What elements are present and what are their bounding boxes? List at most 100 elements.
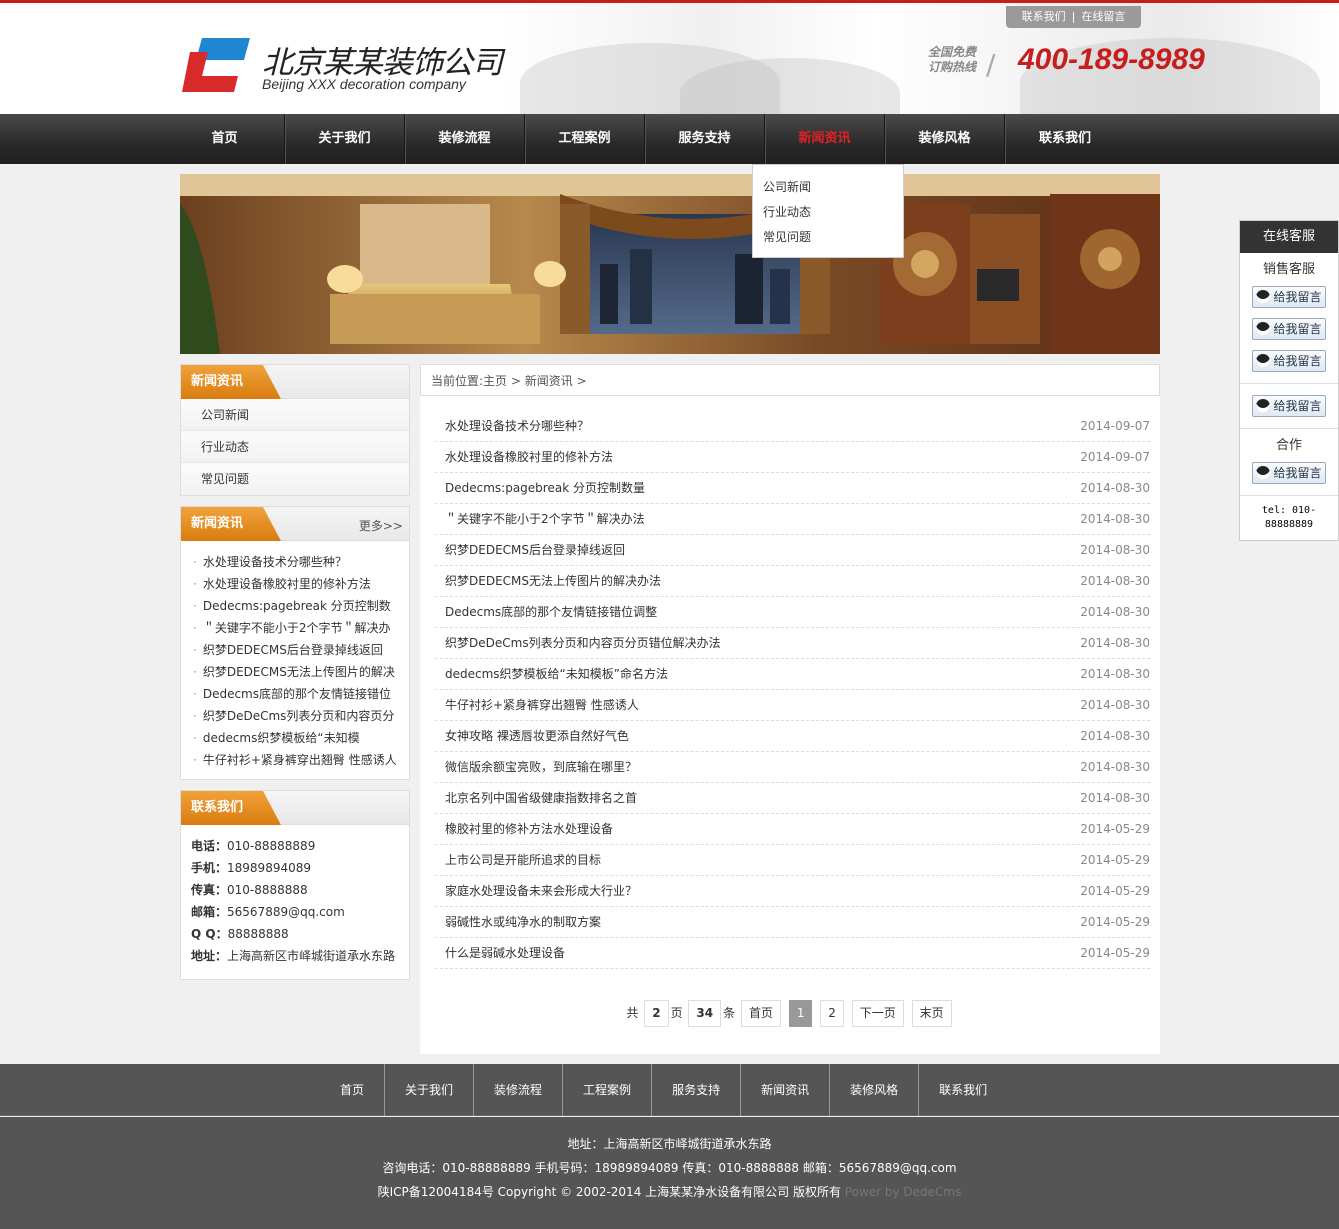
footer-link-cases[interactable]: 工程案例 bbox=[563, 1064, 653, 1116]
footer-link-styles[interactable]: 装修风格 bbox=[830, 1064, 920, 1116]
article-date: 2014-05-29 bbox=[1080, 884, 1150, 898]
qq-message-button[interactable]: 给我留言 bbox=[1252, 350, 1326, 372]
site-header: 北京某某装饰公司 Beijing XXX decoration company … bbox=[0, 3, 1339, 114]
left-sidebar: 新闻资讯 公司新闻 行业动态 常见问题 新闻资讯 更多>> 水处理设备技术分哪些… bbox=[180, 364, 410, 990]
article-row[interactable]: 什么是弱碱水处理设备 2014-05-29 bbox=[435, 938, 1150, 969]
list-item[interactable]: Dedecms底部的那个友情链接错位 bbox=[193, 683, 399, 705]
article-row[interactable]: Dedecms底部的那个友情链接错位调整 2014-08-30 bbox=[435, 597, 1150, 628]
article-row[interactable]: ＂关键字不能小于2个字节＂解决办法 2014-08-30 bbox=[435, 504, 1150, 535]
article-title[interactable]: 织梦DEDECMS无法上传图片的解决办法 bbox=[445, 574, 661, 588]
footer-link-contact[interactable]: 联系我们 bbox=[919, 1064, 1007, 1116]
hotline-number: 400-189-8989 bbox=[1018, 43, 1205, 76]
article-row[interactable]: dedecms织梦模板给“未知模板”命名方法 2014-08-30 bbox=[435, 659, 1150, 690]
last-page-button[interactable]: 末页 bbox=[911, 1000, 952, 1027]
list-item[interactable]: 织梦DEDECMS无法上传图片的解决 bbox=[193, 661, 399, 683]
list-item[interactable]: 牛仔衬衫+紧身裤穿出翘臀 性感诱人 bbox=[193, 749, 399, 771]
list-item[interactable]: 水处理设备橡胶衬里的修补方法 bbox=[193, 573, 399, 595]
article-title[interactable]: Dedecms:pagebreak 分页控制数量 bbox=[445, 481, 645, 495]
list-item[interactable]: 织梦DeDeCms列表分页和内容页分 bbox=[193, 705, 399, 727]
footer-link-home[interactable]: 首页 bbox=[320, 1064, 386, 1116]
article-title[interactable]: dedecms织梦模板给“未知模板”命名方法 bbox=[445, 667, 668, 681]
article-row[interactable]: 织梦DEDECMS后台登录掉线返回 2014-08-30 bbox=[435, 535, 1150, 566]
article-title[interactable]: 北京名列中国省级健康指数排名之首 bbox=[445, 791, 637, 805]
article-row[interactable]: 牛仔衬衫+紧身裤穿出翘臀 性感诱人 2014-08-30 bbox=[435, 690, 1150, 721]
article-row[interactable]: 水处理设备橡胶衬里的修补方法 2014-09-07 bbox=[435, 442, 1150, 473]
footer-link-support[interactable]: 服务支持 bbox=[652, 1064, 742, 1116]
article-title[interactable]: 织梦DeDeCms列表分页和内容页分页错位解决办法 bbox=[445, 636, 721, 650]
article-row[interactable]: 橡胶衬里的修补方法水处理设备 2014-05-29 bbox=[435, 814, 1150, 845]
breadcrumb-news[interactable]: 新闻资讯 bbox=[525, 374, 573, 388]
qq-message-button[interactable]: 给我留言 bbox=[1252, 286, 1326, 308]
qq-message-button[interactable]: 给我留言 bbox=[1252, 395, 1326, 417]
breadcrumb-home[interactable]: 主页 bbox=[483, 374, 507, 388]
hotline-divider: / bbox=[986, 48, 996, 81]
nav-item-process[interactable]: 装修流程 bbox=[405, 114, 525, 164]
article-title[interactable]: 家庭水处理设备未来会形成大行业？ bbox=[445, 884, 637, 898]
dropdown-item-company-news[interactable]: 公司新闻 bbox=[753, 175, 903, 200]
news-box-title: 新闻资讯 bbox=[181, 507, 281, 541]
article-title[interactable]: 橡胶衬里的修补方法水处理设备 bbox=[445, 822, 613, 836]
page-2-button[interactable]: 2 bbox=[820, 1000, 844, 1027]
list-item[interactable]: 织梦DEDECMS后台登录掉线返回 bbox=[193, 639, 399, 661]
nav-item-cases[interactable]: 工程案例 bbox=[525, 114, 645, 164]
article-title[interactable]: Dedecms底部的那个友情链接错位调整 bbox=[445, 605, 657, 619]
nav-item-about[interactable]: 关于我们 bbox=[285, 114, 405, 164]
list-item[interactable]: dedecms织梦模板给“未知模 bbox=[193, 727, 399, 749]
article-title[interactable]: 上市公司是开能所追求的目标 bbox=[445, 853, 601, 867]
footer-link-about[interactable]: 关于我们 bbox=[385, 1064, 475, 1116]
nav-item-news[interactable]: 新闻资讯 bbox=[765, 114, 885, 164]
contact-phone: 电话：010-88888889 bbox=[191, 839, 316, 853]
sidebar-item-industry[interactable]: 行业动态 bbox=[181, 431, 409, 463]
article-title[interactable]: 水处理设备橡胶衬里的修补方法 bbox=[445, 450, 613, 464]
article-date: 2014-08-30 bbox=[1080, 667, 1150, 681]
article-title[interactable]: 弱碱性水或纯净水的制取方案 bbox=[445, 915, 601, 929]
article-title[interactable]: ＂关键字不能小于2个字节＂解决办法 bbox=[445, 512, 645, 526]
leave-message-link[interactable]: 在线留言 bbox=[1081, 10, 1125, 23]
article-row[interactable]: 家庭水处理设备未来会形成大行业？ 2014-05-29 bbox=[435, 876, 1150, 907]
next-page-button[interactable]: 下一页 bbox=[851, 1000, 904, 1027]
service-title: 在线客服 bbox=[1240, 221, 1338, 253]
nav-item-contact[interactable]: 联系我们 bbox=[1005, 114, 1125, 164]
list-item[interactable]: ＂关键字不能小于2个字节＂解决办 bbox=[193, 617, 399, 639]
more-link[interactable]: 更多>> bbox=[359, 517, 403, 534]
footer-link-process[interactable]: 装修流程 bbox=[474, 1064, 564, 1116]
contact-box-title: 联系我们 bbox=[181, 791, 281, 825]
article-row[interactable]: 北京名列中国省级健康指数排名之首 2014-08-30 bbox=[435, 783, 1150, 814]
article-title[interactable]: 女神攻略 裸透唇妆更添自然好气色 bbox=[445, 729, 629, 743]
article-row[interactable]: 织梦DEDECMS无法上传图片的解决办法 2014-08-30 bbox=[435, 566, 1150, 597]
article-row[interactable]: 微信版余额宝亮败，到底输在哪里？ 2014-08-30 bbox=[435, 752, 1150, 783]
article-title[interactable]: 水处理设备技术分哪些种？ bbox=[445, 419, 589, 433]
contact-us-link[interactable]: 联系我们 bbox=[1022, 10, 1066, 23]
article-row[interactable]: Dedecms:pagebreak 分页控制数量 2014-08-30 bbox=[435, 473, 1150, 504]
footer-link-news[interactable]: 新闻资讯 bbox=[741, 1064, 831, 1116]
article-title[interactable]: 织梦DEDECMS后台登录掉线返回 bbox=[445, 543, 625, 557]
qq-message-button[interactable]: 给我留言 bbox=[1252, 462, 1326, 484]
sidebar-item-company-news[interactable]: 公司新闻 bbox=[181, 399, 409, 431]
nav-item-support[interactable]: 服务支持 bbox=[645, 114, 765, 164]
article-row[interactable]: 织梦DeDeCms列表分页和内容页分页错位解决办法 2014-08-30 bbox=[435, 628, 1150, 659]
sidebar-item-faq[interactable]: 常见问题 bbox=[181, 463, 409, 495]
footer-info: 地址：上海高新区市峄城街道承水东路 咨询电话：010-88888889 手机号码… bbox=[0, 1117, 1339, 1229]
article-row[interactable]: 女神攻略 裸透唇妆更添自然好气色 2014-08-30 bbox=[435, 721, 1150, 752]
dropdown-item-faq[interactable]: 常见问题 bbox=[753, 225, 903, 250]
nav-item-home[interactable]: 首页 bbox=[165, 114, 285, 164]
article-row[interactable]: 弱碱性水或纯净水的制取方案 2014-05-29 bbox=[435, 907, 1150, 938]
footer-copyright: 陕ICP备12004184号 Copyright © 2002-2014 上海某… bbox=[377, 1185, 962, 1199]
list-item[interactable]: Dedecms:pagebreak 分页控制数 bbox=[193, 595, 399, 617]
article-row[interactable]: 上市公司是开能所追求的目标 2014-05-29 bbox=[435, 845, 1150, 876]
first-page-button[interactable]: 首页 bbox=[740, 1000, 781, 1027]
power-link[interactable]: Power by DedeCms bbox=[845, 1185, 962, 1199]
nav-item-styles[interactable]: 装修风格 bbox=[885, 114, 1005, 164]
article-date: 2014-05-29 bbox=[1080, 822, 1150, 836]
qq-penguin-icon bbox=[1256, 321, 1271, 336]
article-title[interactable]: 什么是弱碱水处理设备 bbox=[445, 946, 565, 960]
article-title[interactable]: 微信版余额宝亮败，到底输在哪里？ bbox=[445, 760, 637, 774]
coop-label: 合作 bbox=[1275, 438, 1302, 453]
qq-message-button[interactable]: 给我留言 bbox=[1252, 318, 1326, 340]
article-title[interactable]: 牛仔衬衫+紧身裤穿出翘臀 性感诱人 bbox=[445, 698, 639, 712]
dropdown-item-industry[interactable]: 行业动态 bbox=[753, 200, 903, 225]
category-box: 新闻资讯 公司新闻 行业动态 常见问题 bbox=[180, 364, 410, 496]
article-date: 2014-08-30 bbox=[1080, 543, 1150, 557]
list-item[interactable]: 水处理设备技术分哪些种？ bbox=[193, 551, 399, 573]
article-row[interactable]: 水处理设备技术分哪些种？ 2014-09-07 bbox=[435, 411, 1150, 442]
